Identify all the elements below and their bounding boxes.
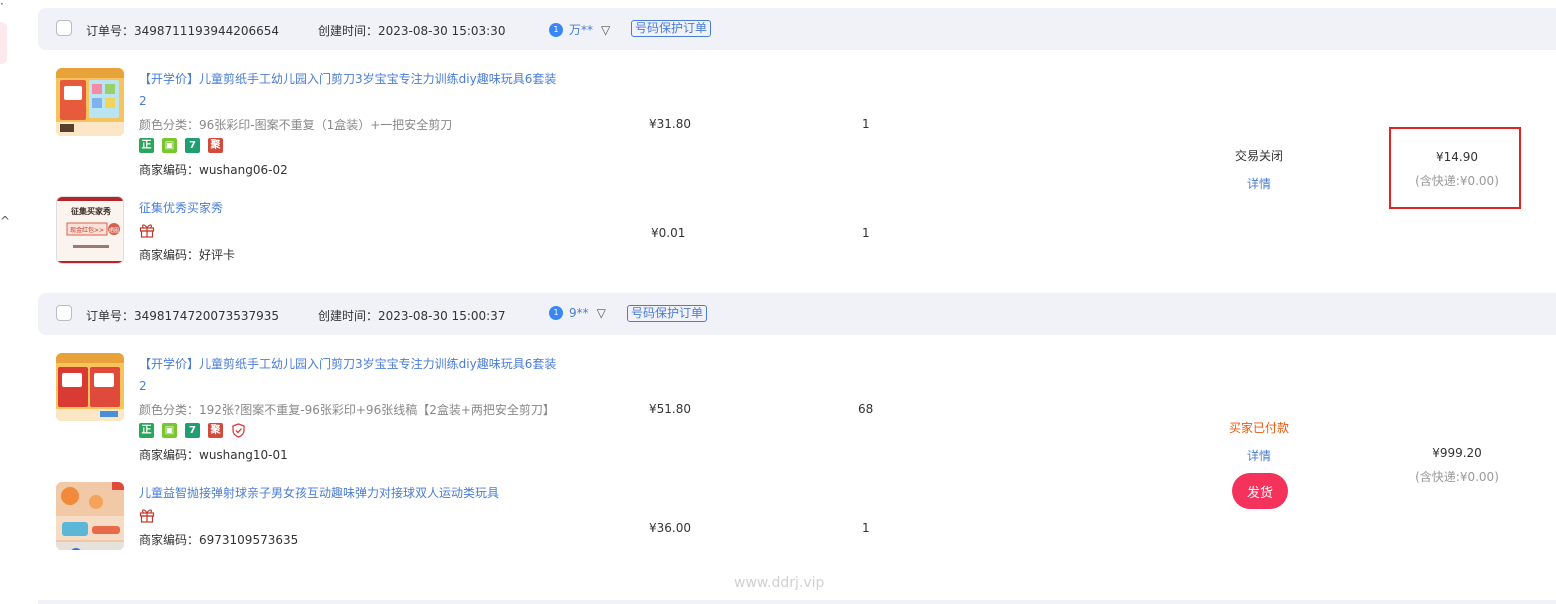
product-title-link[interactable]: 【开学价】儿童剪纸手工幼儿园入门剪刀3岁宝宝专注力训练diy趣味玩具6套装2 [139, 68, 559, 112]
next-order-header-edge [38, 600, 1556, 604]
order-select-checkbox[interactable] [56, 20, 72, 36]
product-thumbnail[interactable] [56, 353, 124, 421]
unit-price: ¥51.80 [649, 402, 691, 416]
tag-genuine: 正 [139, 138, 154, 153]
wangwang-chat-icon[interactable]: 1 [549, 22, 563, 37]
gift-bag-icon: ▣ [162, 423, 177, 438]
order-detail-link[interactable]: 详情 [1247, 447, 1271, 464]
product-title-link[interactable]: 征集优秀买家秀 [139, 197, 559, 219]
filter-icon[interactable]: ▽ [601, 23, 610, 37]
created-time: 创建时间：2023-08-30 15:03:30 [318, 24, 506, 38]
order-number: 订单号：3498711193944206654 [86, 24, 280, 38]
product-spec: 颜色分类：96张彩印-图案不重复（1盒装）+一把安全剪刀 [139, 118, 453, 132]
merchant-code: 商家编码：wushang06-02 [139, 163, 288, 177]
order-number: 订单号：3498174720073537935 [86, 309, 280, 323]
buyer-name: 万** [569, 23, 594, 37]
quantity: 1 [862, 521, 870, 535]
watermark: www.ddrj.vip [734, 575, 825, 591]
product-spec: 颜色分类：192张?图案不重复-96张彩印+96张线稿【2盒装+两把安全剪刀】 [139, 403, 555, 417]
buyer-name: 9** [569, 306, 589, 320]
thumbnail-text: 现金红包>> [70, 226, 104, 234]
product-thumbnail[interactable] [56, 482, 124, 550]
order-header: 订单号：3498174720073537935 创建时间：2023-08-30 … [38, 293, 1556, 335]
tag-genuine: 正 [139, 423, 154, 438]
gift-icon [139, 224, 155, 238]
shipping-fee: (含快递:¥0.00) [1415, 470, 1499, 484]
merchant-code: 商家编码：wushang10-01 [139, 448, 288, 462]
tag-7day: 7 [185, 138, 200, 153]
order-select-checkbox[interactable] [56, 305, 72, 321]
quantity: 1 [862, 226, 870, 240]
order-total: ¥999.20 [1432, 446, 1482, 460]
buyer[interactable]: 1 万** ▽ [549, 21, 610, 38]
gift-icon [139, 509, 155, 523]
buyer[interactable]: 1 9** ▽ [549, 306, 606, 320]
order-status: 买家已付款 [1229, 421, 1290, 435]
order-header: 订单号：3498711193944206654 创建时间：2023-08-30 … [38, 8, 1556, 50]
sidebar-edge-tab[interactable] [0, 22, 7, 64]
thumbnail-text: 征集买家秀 [71, 206, 112, 216]
product-title-link[interactable]: 【开学价】儿童剪纸手工幼儿园入门剪刀3岁宝宝专注力训练diy趣味玩具6套装2 [139, 353, 559, 397]
filter-icon[interactable]: ▽ [597, 306, 606, 320]
unit-price: ¥0.01 [651, 226, 686, 240]
ship-button[interactable]: 发货 [1232, 473, 1288, 509]
gift-bag-icon: ▣ [162, 138, 177, 153]
merchant-code: 商家编码：6973109573635 [139, 533, 299, 547]
protected-order-badge: 号码保护订单 [627, 305, 708, 322]
created-time: 创建时间：2023-08-30 15:00:37 [318, 309, 506, 323]
wangwang-chat-icon[interactable]: 1 [549, 306, 563, 320]
tag-7day: 7 [185, 423, 200, 438]
caret-up-icon[interactable]: ^ [0, 214, 10, 228]
unit-price: ¥36.00 [649, 521, 691, 535]
shield-icon [232, 423, 245, 438]
thumbnail-text: 晒图 [109, 228, 119, 234]
order-status: 交易关闭 [1235, 149, 1284, 163]
product-thumbnail[interactable] [56, 68, 124, 136]
service-tags: 正 ▣ 7 聚 [139, 423, 246, 438]
product-thumbnail[interactable]: 征集买家秀 现金红包>> 晒图 [56, 196, 124, 264]
tag-juhuasuan: 聚 [208, 138, 223, 153]
protected-order-badge: 号码保护订单 [631, 20, 712, 37]
edge-fragment: · [0, 0, 4, 11]
unit-price: ¥31.80 [649, 117, 691, 131]
product-title-link[interactable]: 儿童益智抛接弹射球亲子男女孩互动趣味弹力对接球双人运动类玩具 [139, 482, 559, 504]
service-tags: 正 ▣ 7 聚 [139, 138, 223, 153]
order-detail-link[interactable]: 详情 [1247, 175, 1271, 192]
merchant-code: 商家编码：好评卡 [139, 248, 236, 262]
quantity: 68 [858, 402, 874, 416]
highlight-annotation-box [1389, 127, 1521, 209]
quantity: 1 [862, 117, 870, 131]
tag-juhuasuan: 聚 [208, 423, 223, 438]
